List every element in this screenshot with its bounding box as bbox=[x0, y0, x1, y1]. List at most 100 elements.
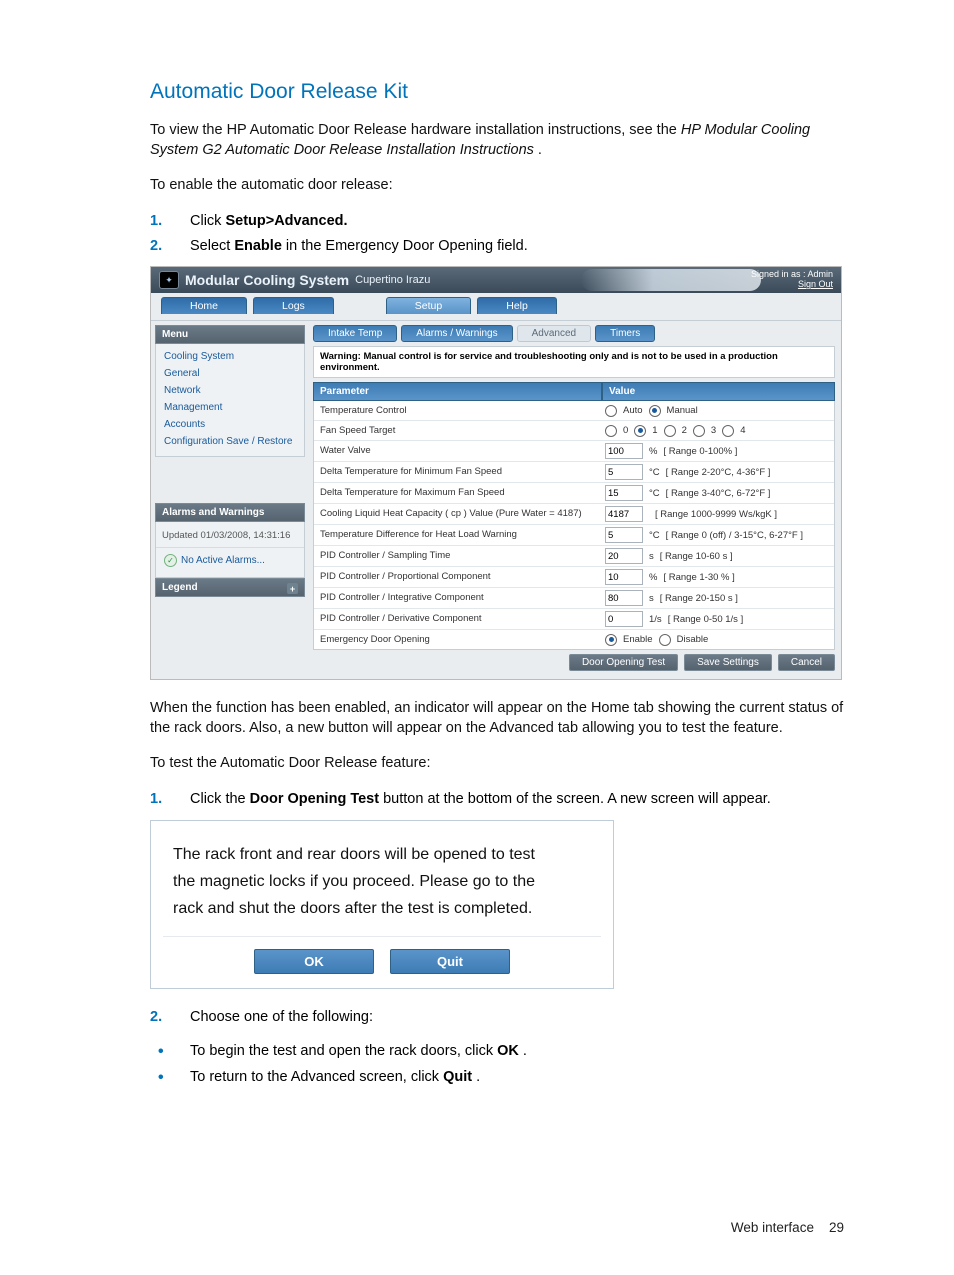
row-pid-prop: PID Controller / Proportional Component … bbox=[314, 567, 834, 588]
water-valve-input[interactable] bbox=[605, 443, 643, 459]
radio-2[interactable] bbox=[664, 425, 676, 437]
text: Choose one of the following: bbox=[190, 1009, 373, 1025]
sidebar-item-cooling[interactable]: Cooling System bbox=[156, 348, 304, 365]
intro-paragraph-2: To enable the automatic door release: bbox=[150, 175, 844, 195]
radio-manual[interactable] bbox=[649, 405, 661, 417]
col-header-value: Value bbox=[602, 382, 835, 401]
range-hint: [ Range 2-20°C, 4-36°F ] bbox=[666, 467, 771, 478]
row-fan-speed: Fan Speed Target 0 1 2 3 4 bbox=[314, 421, 834, 441]
unit: °C bbox=[649, 488, 660, 499]
tab-alarms-warnings[interactable]: Alarms / Warnings bbox=[401, 325, 512, 342]
text: Select bbox=[190, 238, 234, 254]
radio-3[interactable] bbox=[693, 425, 705, 437]
unit: s bbox=[649, 551, 654, 562]
pid-int-input[interactable] bbox=[605, 590, 643, 606]
range-hint: [ Range 10-60 s ] bbox=[660, 551, 733, 562]
nav-help[interactable]: Help bbox=[477, 297, 557, 314]
sidebar-item-accounts[interactable]: Accounts bbox=[156, 416, 304, 433]
text: Disable bbox=[677, 634, 709, 645]
row-heat-warn: Temperature Difference for Heat Load War… bbox=[314, 525, 834, 546]
paragraph-test-intro: To test the Automatic Door Release featu… bbox=[150, 753, 844, 773]
legend-header[interactable]: Legend + bbox=[155, 578, 305, 597]
row-pid-sampling: PID Controller / Sampling Time s [ Range… bbox=[314, 546, 834, 567]
radio-1[interactable] bbox=[634, 425, 646, 437]
bullet-ok: To begin the test and open the rack door… bbox=[150, 1038, 844, 1064]
radio-disable[interactable] bbox=[659, 634, 671, 646]
text: Click bbox=[190, 213, 225, 229]
row-pid-deriv: PID Controller / Derivative Component 1/… bbox=[314, 609, 834, 630]
sidebar-item-general[interactable]: General bbox=[156, 365, 304, 382]
text-bold: Quit bbox=[443, 1069, 472, 1085]
hp-logo-icon: ✦ bbox=[159, 271, 179, 289]
text: Enable bbox=[623, 634, 653, 645]
main-nav: Home Logs Setup Help bbox=[151, 293, 841, 321]
range-hint: [ Range 0 (off) / 3-15°C, 6-27°F ] bbox=[666, 530, 803, 541]
footer-section: Web interface bbox=[731, 1220, 814, 1235]
tab-timers[interactable]: Timers bbox=[595, 325, 655, 342]
nav-setup[interactable]: Setup bbox=[386, 297, 471, 314]
delta-min-input[interactable] bbox=[605, 464, 643, 480]
sign-out-link[interactable]: Sign Out bbox=[798, 279, 833, 289]
pid-deriv-input[interactable] bbox=[605, 611, 643, 627]
app-screenshot: ✦ Modular Cooling System Cupertino Irazu… bbox=[150, 266, 842, 680]
paragraph-enabled: When the function has been enabled, an i… bbox=[150, 698, 844, 739]
param-label: Cooling Liquid Heat Capacity ( cp ) Valu… bbox=[314, 504, 601, 524]
tab-advanced[interactable]: Advanced bbox=[517, 325, 591, 342]
step-b1: 1. Click the Door Opening Test button at… bbox=[150, 787, 844, 812]
tab-intake-temp[interactable]: Intake Temp bbox=[313, 325, 397, 342]
delta-max-input[interactable] bbox=[605, 485, 643, 501]
unit: s bbox=[649, 593, 654, 604]
param-label: Fan Speed Target bbox=[314, 421, 601, 440]
unit: % bbox=[649, 572, 657, 583]
heat-cap-input[interactable] bbox=[605, 506, 643, 522]
cancel-button[interactable]: Cancel bbox=[778, 654, 835, 671]
save-settings-button[interactable]: Save Settings bbox=[684, 654, 772, 671]
param-label: PID Controller / Derivative Component bbox=[314, 609, 601, 629]
text: . bbox=[523, 1043, 527, 1059]
sidebar-item-network[interactable]: Network bbox=[156, 382, 304, 399]
row-temp-control: Temperature Control Auto Manual bbox=[314, 401, 834, 421]
param-label: Temperature Difference for Heat Load War… bbox=[314, 525, 601, 545]
text: Click the bbox=[190, 791, 250, 807]
sidebar-item-management[interactable]: Management bbox=[156, 399, 304, 416]
sidebar-item-config[interactable]: Configuration Save / Restore bbox=[156, 433, 304, 450]
text: To view the HP Automatic Door Release ha… bbox=[150, 122, 681, 138]
pid-sampling-input[interactable] bbox=[605, 548, 643, 564]
param-label: PID Controller / Proportional Component bbox=[314, 567, 601, 587]
nav-logs[interactable]: Logs bbox=[253, 297, 334, 314]
quit-button[interactable]: Quit bbox=[390, 949, 510, 974]
confirm-dialog: The rack front and rear doors will be op… bbox=[150, 820, 614, 990]
sidebar-menu-header: Menu bbox=[155, 325, 305, 344]
text: Manual bbox=[667, 405, 698, 416]
radio-enable[interactable] bbox=[605, 634, 617, 646]
app-title: Modular Cooling System bbox=[185, 272, 349, 288]
step-c2: 2. Choose one of the following: bbox=[150, 1005, 844, 1030]
radio-auto[interactable] bbox=[605, 405, 617, 417]
heat-warn-input[interactable] bbox=[605, 527, 643, 543]
pid-prop-input[interactable] bbox=[605, 569, 643, 585]
text-bold: Setup>Advanced. bbox=[225, 213, 347, 229]
radio-4[interactable] bbox=[722, 425, 734, 437]
radio-0[interactable] bbox=[605, 425, 617, 437]
alarms-updated: Updated 01/03/2008, 14:31:16 bbox=[156, 526, 304, 545]
decorative-clouds bbox=[581, 269, 761, 291]
text-bold: Door Opening Test bbox=[250, 791, 379, 807]
plus-icon[interactable]: + bbox=[287, 583, 298, 594]
app-subtitle: Cupertino Irazu bbox=[355, 274, 430, 286]
step-1: 1. Click Setup>Advanced. bbox=[150, 209, 844, 234]
param-label: Temperature Control bbox=[314, 401, 601, 420]
text: To begin the test and open the rack door… bbox=[190, 1043, 497, 1059]
param-label: Delta Temperature for Maximum Fan Speed bbox=[314, 483, 601, 503]
door-opening-test-button[interactable]: Door Opening Test bbox=[569, 654, 678, 671]
text: 0 bbox=[623, 425, 628, 436]
settings-table: Temperature Control Auto Manual Fan Spee… bbox=[313, 401, 835, 650]
text-bold: Enable bbox=[234, 238, 282, 254]
no-active-alarms[interactable]: ✓ No Active Alarms... bbox=[156, 550, 304, 571]
unit: °C bbox=[649, 467, 660, 478]
row-delta-min: Delta Temperature for Minimum Fan Speed … bbox=[314, 462, 834, 483]
nav-home[interactable]: Home bbox=[161, 297, 247, 314]
row-pid-int: PID Controller / Integrative Component s… bbox=[314, 588, 834, 609]
bullet-quit: To return to the Advanced screen, click … bbox=[150, 1064, 844, 1090]
ok-button[interactable]: OK bbox=[254, 949, 374, 974]
text: . bbox=[538, 142, 542, 158]
